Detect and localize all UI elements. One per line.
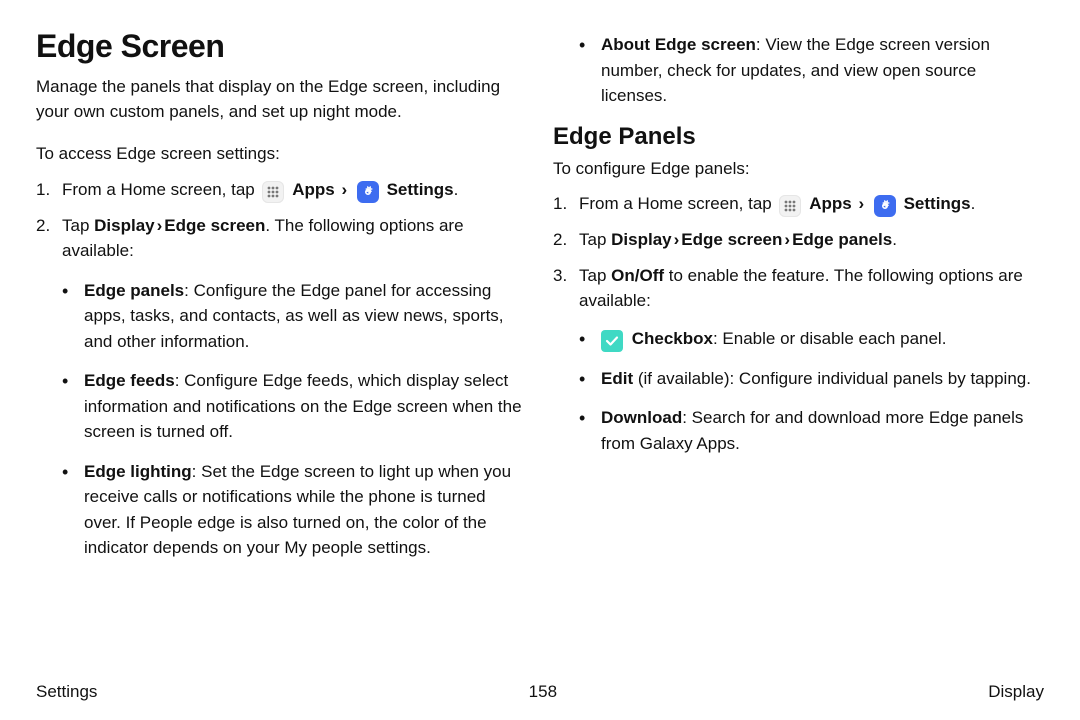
chevron-right-icon: › (672, 230, 682, 249)
subsection-lead: To configure Edge panels: (553, 157, 1044, 182)
two-column-layout: Edge Screen Manage the panels that displ… (36, 28, 1044, 575)
step-item: From a Home screen, tap Apps › Settings. (553, 191, 1044, 217)
option-item: Edge lighting: Set the Edge screen to li… (62, 459, 527, 561)
manual-page: Edge Screen Manage the panels that displ… (0, 0, 1080, 720)
step-text: Tap (579, 266, 611, 285)
settings-label: Settings (387, 180, 454, 199)
apps-label: Apps (809, 194, 852, 213)
option-title: Checkbox (632, 329, 713, 348)
footer-page-number: 158 (529, 682, 557, 702)
step-text: Tap (579, 230, 611, 249)
option-item: Download: Search for and download more E… (579, 405, 1044, 456)
path-display: Display (611, 230, 671, 249)
option-item: Edit (if available): Configure individua… (579, 366, 1044, 392)
steps-list: From a Home screen, tap Apps › Settings.… (553, 191, 1044, 456)
chevron-right-icon: › (856, 194, 866, 213)
period: . (892, 230, 897, 249)
on-off-label: On/Off (611, 266, 664, 285)
section-heading: Edge Screen (36, 28, 527, 65)
option-title: Edit (601, 369, 633, 388)
option-item: Checkbox: Enable or disable each panel. (579, 326, 1044, 352)
gear-icon (357, 181, 379, 203)
footer-left: Settings (36, 682, 97, 702)
footer-right: Display (988, 682, 1044, 702)
apps-icon (262, 181, 284, 203)
step-item: Tap Display›Edge screen. The following o… (36, 213, 527, 561)
right-column: About Edge screen: View the Edge screen … (553, 28, 1044, 575)
option-title: About Edge screen (601, 35, 756, 54)
option-title: Edge lighting (84, 462, 192, 481)
option-body: (if available): Configure individual pan… (633, 369, 1031, 388)
option-title: Edge feeds (84, 371, 175, 390)
option-title: Download (601, 408, 682, 427)
period: . (454, 180, 459, 199)
step-item: Tap Display›Edge screen›Edge panels. (553, 227, 1044, 253)
option-body: : Enable or disable each panel. (713, 329, 946, 348)
chevron-right-icon: › (339, 180, 349, 199)
path-edge-screen: Edge screen (681, 230, 782, 249)
path-edge-panels: Edge panels (792, 230, 892, 249)
apps-label: Apps (292, 180, 335, 199)
option-title: Edge panels (84, 281, 184, 300)
steps-list: From a Home screen, tap Apps › Settings.… (36, 177, 527, 561)
section-lead: To access Edge screen settings: (36, 142, 527, 167)
step-text: From a Home screen, tap (62, 180, 259, 199)
option-item: About Edge screen: View the Edge screen … (553, 32, 1044, 109)
checkbox-icon (601, 330, 623, 352)
option-item: Edge panels: Configure the Edge panel fo… (62, 278, 527, 355)
subsection-heading: Edge Panels (553, 123, 1044, 151)
step-text: Tap (62, 216, 94, 235)
options-list: Checkbox: Enable or disable each panel. … (579, 326, 1044, 457)
left-column: Edge Screen Manage the panels that displ… (36, 28, 527, 575)
section-intro: Manage the panels that display on the Ed… (36, 75, 527, 124)
step-item: Tap On/Off to enable the feature. The fo… (553, 263, 1044, 457)
step-item: From a Home screen, tap Apps › Settings. (36, 177, 527, 203)
option-item: Edge feeds: Configure Edge feeds, which … (62, 368, 527, 445)
period: . (971, 194, 976, 213)
chevron-right-icon: › (155, 216, 165, 235)
path-display: Display (94, 216, 154, 235)
options-list: Edge panels: Configure the Edge panel fo… (62, 278, 527, 561)
gear-icon (874, 195, 896, 217)
settings-label: Settings (904, 194, 971, 213)
step-text: From a Home screen, tap (579, 194, 776, 213)
apps-icon (779, 195, 801, 217)
page-footer: Settings 158 Display (36, 682, 1044, 702)
path-edge-screen: Edge screen (164, 216, 265, 235)
options-list-continued: About Edge screen: View the Edge screen … (553, 32, 1044, 109)
chevron-right-icon: › (782, 230, 792, 249)
